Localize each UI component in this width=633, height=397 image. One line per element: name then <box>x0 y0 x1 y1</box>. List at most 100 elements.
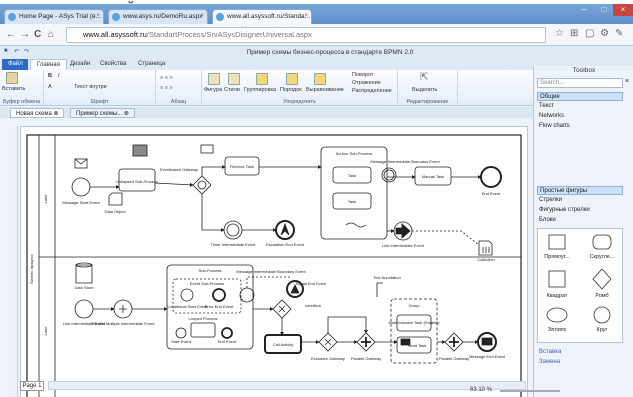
link-replace[interactable]: Замена <box>537 358 623 367</box>
order-icon[interactable] <box>286 73 298 85</box>
minimize-button[interactable]: – <box>574 4 594 16</box>
label: Collapsed Sub-Process <box>116 179 158 184</box>
select-button[interactable]: Выделить <box>412 87 437 93</box>
page-icon[interactable]: ▢ <box>585 28 594 39</box>
styles-button[interactable]: Стили <box>224 87 240 93</box>
category-text[interactable]: Текст <box>537 102 623 111</box>
group-button[interactable]: Группировка <box>244 87 276 93</box>
shape-label[interactable]: Квадрат <box>540 293 574 299</box>
error-end-event <box>212 288 226 302</box>
styles-icon[interactable] <box>228 73 240 85</box>
reflect-button[interactable]: Отражение <box>352 80 381 86</box>
paste-button[interactable]: Вставить <box>2 86 25 92</box>
page-tab[interactable]: Page 1 <box>20 381 44 391</box>
tab-properties[interactable]: Свойства <box>94 59 132 70</box>
diagram-canvas[interactable]: Бизнес-процесс Lane Lane Message Start E… <box>20 126 528 397</box>
category-networks[interactable]: Networks <box>537 112 623 121</box>
order-button[interactable]: Порядок <box>280 87 302 93</box>
figure-icon[interactable] <box>208 73 220 85</box>
tab-page[interactable]: Страница <box>132 59 171 70</box>
close-icon[interactable]: × <box>200 13 204 19</box>
shape-label[interactable]: Эллипс <box>540 327 574 333</box>
label: Task <box>348 199 356 204</box>
paste-icon[interactable] <box>6 72 18 84</box>
save-icon[interactable]: ■ <box>4 48 8 54</box>
tab-file[interactable]: Файл <box>2 59 28 70</box>
category-general[interactable]: Общие <box>537 92 623 101</box>
close-window-button[interactable]: × <box>613 4 633 16</box>
align-icon[interactable] <box>314 73 326 85</box>
subcategory-simple-shapes[interactable]: Простые фигуры <box>537 186 623 195</box>
data-store <box>75 264 93 284</box>
label: Message End Event <box>469 354 506 359</box>
link-insert[interactable]: Вставка <box>537 348 623 357</box>
subcategory-figure-arrows[interactable]: Фигурные стрелки <box>537 206 623 215</box>
toolbox-search-input[interactable]: Search... <box>537 78 623 88</box>
subcategory-arrows[interactable]: Стрелки <box>537 196 623 205</box>
bold-button[interactable]: B <box>48 73 52 79</box>
home-icon[interactable]: ⌂ <box>48 29 54 40</box>
label: Call Activity <box>273 342 293 347</box>
label: Looped Process <box>189 316 218 321</box>
envelope-icon <box>200 144 214 154</box>
browser-tab-1[interactable]: Home Page - ASys Trial (в... × <box>4 9 104 24</box>
align-left-icon[interactable]: ≡ ≡ ≡ <box>160 75 173 81</box>
url-bar[interactable]: www.all.asyssoft.ru/StandartProcess/SrvA… <box>66 27 546 43</box>
distribute-button[interactable]: Распределение <box>352 88 392 94</box>
horizontal-scrollbar[interactable] <box>48 381 526 390</box>
circle-shape <box>593 306 611 324</box>
label: Parallel Gateway <box>351 356 381 361</box>
label: Signal End Event <box>296 281 328 286</box>
label: Link Intermediate Event <box>382 243 425 248</box>
forward-icon[interactable]: → <box>20 29 30 40</box>
globe-icon <box>8 13 16 21</box>
tab-example-scheme[interactable]: Пример схемы... ⊗ <box>70 108 135 118</box>
lane-label-2: Lane <box>43 326 48 336</box>
figure-button[interactable]: Фигура <box>204 87 222 93</box>
bpmn-diagram: Бизнес-процесс Lane Lane Message Start E… <box>26 134 522 397</box>
close-icon[interactable]: × <box>96 13 100 19</box>
label: Receive Task <box>230 164 254 169</box>
settings-icon[interactable]: ⚙ <box>600 28 609 39</box>
zoom-slider[interactable] <box>500 390 560 392</box>
ellipse-shape <box>546 307 568 323</box>
cursor-icon[interactable]: ⇱ <box>420 72 428 83</box>
label: Sub-Process <box>199 268 222 273</box>
label: condition <box>305 303 321 308</box>
rotate-button[interactable]: Поворот <box>352 72 373 78</box>
label: Event Sub-Process <box>190 281 224 286</box>
reload-icon[interactable]: C <box>34 29 41 40</box>
category-flowcharts[interactable]: Flow charts <box>537 122 623 131</box>
browser-tab-2[interactable]: www.asys.ru/DemoRu.aspx × <box>108 9 208 24</box>
maximize-button[interactable]: □ <box>594 4 614 16</box>
browser-tab-3[interactable]: www.all.asyssoft.ru/Standa... × <box>212 9 312 24</box>
shape-label[interactable]: Прямоуг... <box>540 254 574 260</box>
star-icon[interactable]: ☆ <box>555 28 564 39</box>
tab-design[interactable]: Дизайн <box>64 59 96 70</box>
document-tabs: Новая схема ⊗ Пример схемы... ⊗ <box>0 107 535 118</box>
close-icon[interactable]: × <box>304 13 308 19</box>
shape-label[interactable]: Ромб <box>585 293 619 299</box>
group-edit: ⇱ Выделить Редактирование <box>398 70 458 106</box>
align-button[interactable]: Выравнивание <box>306 87 344 93</box>
italic-button[interactable]: I <box>58 73 60 79</box>
wrench-icon[interactable]: ✎ <box>615 28 623 39</box>
font-color-button[interactable]: A <box>48 84 52 90</box>
shape-label[interactable]: Круг <box>585 327 619 333</box>
clear-icon[interactable]: × <box>625 78 629 85</box>
group-icon[interactable] <box>256 73 268 85</box>
extension-icon[interactable]: ⊞ <box>570 28 578 39</box>
pool-label: Бизнес-процесс <box>29 254 34 284</box>
diamond-shape <box>592 268 612 290</box>
shapes-palette: Прямоуг... Скругле... Квадрат Ромб Эллип… <box>537 228 623 343</box>
globe-icon <box>216 13 224 21</box>
shape-label[interactable]: Скругле... <box>585 254 619 260</box>
undo-icon[interactable]: ↶ <box>14 48 19 55</box>
subcategory-blocks[interactable]: Блоки <box>537 216 623 225</box>
tab-new-scheme[interactable]: Новая схема ⊗ <box>10 108 65 118</box>
back-icon[interactable]: ← <box>6 29 16 40</box>
text-inside-button[interactable]: Текст внутри <box>74 84 107 90</box>
tab-home[interactable]: Главная <box>30 59 67 70</box>
align-justify-icon[interactable]: ≡ ≡ ≡ <box>160 85 173 91</box>
redo-icon[interactable]: ↷ <box>24 48 29 55</box>
